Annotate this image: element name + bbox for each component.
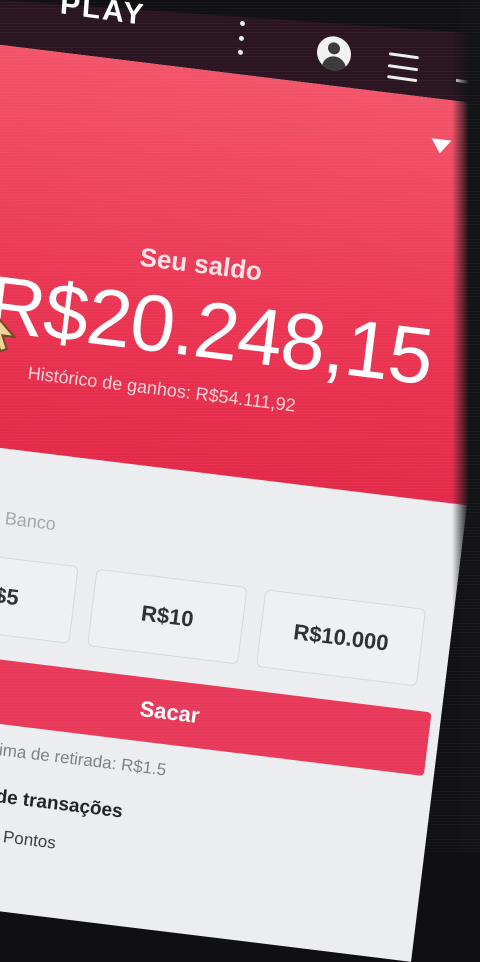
amount-option-10000[interactable]: R$10.000 [255, 589, 427, 687]
amount-option-5[interactable]: R$5 [0, 547, 79, 644]
app-logo[interactable]: PLAY [59, 0, 146, 33]
dropdown-caret-icon[interactable] [429, 138, 452, 155]
amount-option-10[interactable]: R$10 [87, 568, 248, 665]
transactions-title: Histórico de transações [0, 775, 124, 823]
wallet-page: Seu saldo R$20.248,15 Histórico de ganho… [0, 40, 480, 962]
menu-icon[interactable] [387, 52, 419, 83]
transactions-column-points: Pontos [2, 827, 57, 853]
more-vertical-icon[interactable] [237, 20, 245, 56]
user-avatar-icon[interactable] [317, 35, 351, 72]
balance-hero: Seu saldo R$20.248,15 Histórico de ganho… [0, 40, 480, 506]
monitor-bezel [452, 0, 480, 852]
